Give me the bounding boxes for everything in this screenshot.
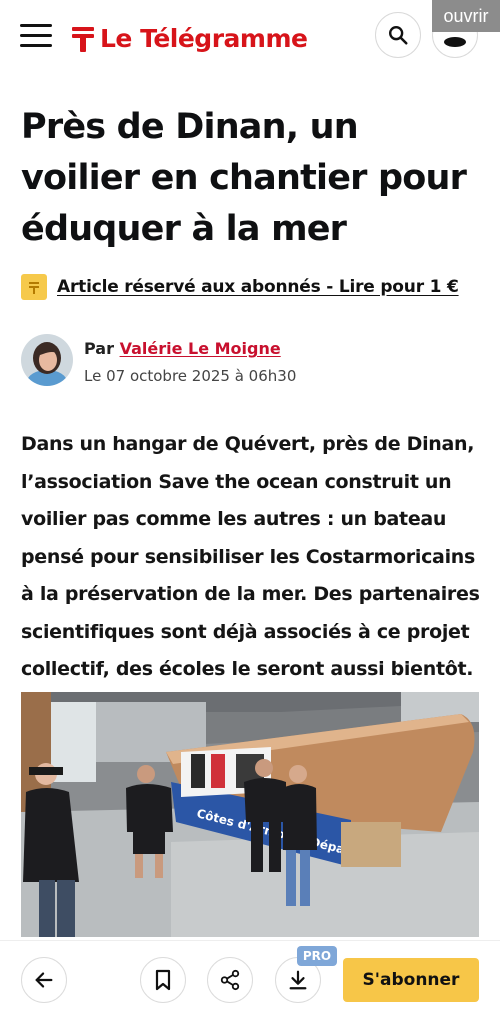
logo-mark-icon [72,24,94,52]
author-block: Par Valérie Le Moigne Le 07 octobre 2025… [21,334,481,388]
bookmark-button[interactable] [140,957,186,1003]
article-photo[interactable]: Côtes d'Armor le Département [21,692,479,937]
search-icon [389,26,408,45]
site-logo[interactable]: Le Télégramme [72,20,308,56]
premium-icon [21,274,47,300]
author-link[interactable]: Valérie Le Moigne [120,339,281,358]
premium-text[interactable]: Article réservé aux abonnés - Lire pour … [57,277,459,297]
search-button[interactable] [375,12,421,58]
back-button[interactable] [21,957,67,1003]
author-line: Par Valérie Le Moigne [84,339,281,358]
subscribe-button[interactable]: S'abonner [343,958,479,1002]
download-icon [289,970,307,990]
menu-icon[interactable] [20,24,52,48]
bottom-action-bar: PRO S'abonner [0,940,500,1024]
open-app-button[interactable]: ouvrir [432,0,500,32]
top-header: Le Télégramme ouvrir [0,0,500,76]
publish-date: Le 07 octobre 2025 à 06h30 [84,367,297,385]
share-icon [220,969,240,991]
premium-link[interactable]: Article réservé aux abonnés - Lire pour … [21,274,459,300]
brand-name: Le Télégramme [100,23,308,53]
pro-badge: PRO [297,946,337,966]
arrow-left-icon [35,972,53,988]
article-lead: Dans un hangar de Quévert, près de Dinan… [21,433,480,680]
share-button[interactable] [207,957,253,1003]
author-avatar [21,334,73,386]
bookmark-icon [155,969,171,991]
boat-workshop-image: Côtes d'Armor le Département [21,692,479,937]
author-prefix: Par [84,339,114,358]
article-title: Près de Dinan, un voilier en chantier po… [21,107,467,249]
